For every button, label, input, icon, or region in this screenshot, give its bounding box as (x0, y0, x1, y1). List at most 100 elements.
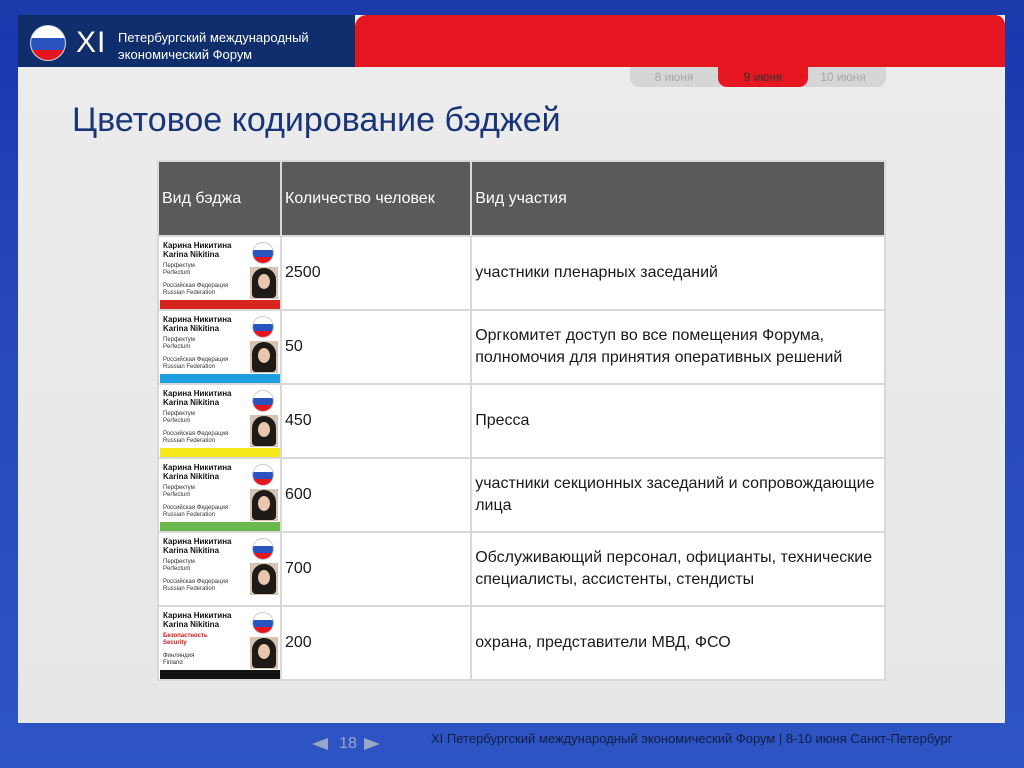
badge-color-stripe (160, 596, 280, 605)
tab-8-june[interactable]: 8 июня (630, 67, 718, 87)
participant-count: 600 (279, 457, 473, 533)
badge-sample: Карина Никитина Karina Nikitina Перфектум P… (160, 461, 280, 531)
badge-color-stripe (160, 300, 280, 309)
forum-logo-icon (30, 25, 66, 61)
badge-name-ru: Карина Никитина (163, 241, 232, 250)
table-row: Карина Никитина Karina Nikitina Безопастно… (157, 605, 886, 681)
badge-name-en: Karina Nikitina (163, 620, 220, 629)
table-row: Карина Никитина Karina Nikitina Перфектум P… (157, 531, 886, 607)
badge-country-ru: Финляндия (163, 653, 195, 659)
badge-name-en: Karina Nikitina (163, 546, 220, 555)
participation-type: участники секционных заседаний и сопрово… (470, 457, 886, 533)
badge-country: Российская Федерация Russian Federation (163, 357, 249, 371)
badge-organization: Перфектум Perfectum (163, 263, 249, 277)
tab-10-june[interactable]: 10 июня (800, 67, 886, 87)
badge-org-ru: Перфектум (163, 263, 195, 269)
next-slide-arrow-icon[interactable] (364, 738, 380, 750)
badge-org-en: Perfectum (163, 492, 191, 498)
participation-type: Пресса (470, 383, 886, 459)
participation-type: Обслуживающий персонал, официанты, техни… (470, 531, 886, 607)
day-tabs: 8 июня 10 июня 9 июня (630, 67, 886, 87)
badge-name-en: Karina Nikitina (163, 324, 220, 333)
tab-9-june[interactable]: 9 июня (718, 67, 808, 87)
column-header-participation: Вид участия (470, 160, 886, 237)
badge-color-stripe (160, 448, 280, 457)
badge-emblem-icon (252, 612, 274, 634)
badge-cell: Карина Никитина Karina Nikitina Перфектум P… (157, 383, 282, 459)
badge-emblem-icon (252, 316, 274, 338)
badge-org-en: Perfectum (163, 270, 191, 276)
badge-org-ru: Безопастность (163, 633, 208, 639)
badge-organization: Перфектум Perfectum (163, 485, 249, 499)
badge-org-en: Perfectum (163, 344, 191, 350)
badge-org-ru: Перфектум (163, 411, 195, 417)
badge-organization: Перфектум Perfectum (163, 559, 249, 573)
badge-sample: Карина Никитина Karina Nikitina Перфектум P… (160, 535, 280, 605)
table-row: Карина Никитина Karina Nikitina Перфектум P… (157, 309, 886, 385)
badge-country: Российская Федерация Russian Federation (163, 505, 249, 519)
badge-name-ru: Карина Никитина (163, 389, 232, 398)
participation-type: участники пленарных заседаний (470, 235, 886, 311)
badge-country: Российская Федерация Russian Federation (163, 283, 249, 297)
badge-org-ru: Перфектум (163, 337, 195, 343)
badge-photo (250, 489, 278, 521)
badge-country-en: Russian Federation (163, 290, 216, 296)
badge-emblem-icon (252, 390, 274, 412)
badge-cell: Карина Никитина Karina Nikitina Перфектум P… (157, 309, 282, 385)
badge-name-en: Karina Nikitina (163, 472, 220, 481)
table-row: Карина Никитина Karina Nikitina Перфектум P… (157, 383, 886, 459)
badge-org-en: Perfectum (163, 566, 191, 572)
previous-slide-arrow-icon[interactable] (312, 738, 328, 750)
badge-name-ru: Карина Никитина (163, 537, 232, 546)
table-header-row: Вид бэджа Количество человек Вид участия (157, 160, 886, 237)
badge-country: Финляндия Finland (163, 653, 249, 667)
badge-country-ru: Российская Федерация (163, 431, 229, 437)
badge-name-en: Karina Nikitina (163, 398, 220, 407)
badge-country: Российская Федерация Russian Federation (163, 431, 249, 445)
badge-name-en: Karina Nikitina (163, 250, 220, 259)
badge-holder-name: Карина Никитина Karina Nikitina (163, 315, 249, 333)
badge-sample: Карина Никитина Karina Nikitina Безопастно… (160, 609, 280, 679)
participant-count: 200 (279, 605, 473, 681)
badge-cell: Карина Никитина Karina Nikitina Перфектум P… (157, 235, 282, 311)
badge-color-stripe (160, 374, 280, 383)
forum-name-line1: Петербургский международный (118, 30, 309, 45)
badge-name-ru: Карина Никитина (163, 611, 232, 620)
badge-photo (250, 415, 278, 447)
badge-organization: Безопастность Security (163, 633, 249, 647)
column-header-count: Количество человек (279, 160, 473, 237)
badge-country-ru: Российская Федерация (163, 283, 229, 289)
badge-org-en: Perfectum (163, 418, 191, 424)
badge-country-en: Russian Federation (163, 364, 216, 370)
badge-cell: Карина Никитина Karina Nikitina Безопастно… (157, 605, 282, 681)
badge-name-ru: Карина Никитина (163, 463, 232, 472)
badge-emblem-icon (252, 538, 274, 560)
participant-count: 2500 (279, 235, 473, 311)
badge-holder-name: Карина Никитина Karina Nikitina (163, 241, 249, 259)
participation-type: Оргкомитет доступ во все помещения Форум… (470, 309, 886, 385)
badge-holder-name: Карина Никитина Karina Nikitina (163, 463, 249, 481)
badge-name-ru: Карина Никитина (163, 315, 232, 324)
badge-color-stripe (160, 522, 280, 531)
badge-photo (250, 563, 278, 595)
badge-holder-name: Карина Никитина Karina Nikitina (163, 611, 249, 629)
badge-country-ru: Российская Федерация (163, 505, 229, 511)
badge-color-table: Вид бэджа Количество человек Вид участия… (157, 160, 886, 681)
page-number: 18 (339, 735, 357, 752)
badge-organization: Перфектум Perfectum (163, 411, 249, 425)
forum-name-line2: экономический Форум (118, 47, 253, 62)
forum-name: Петербургский международный экономически… (118, 29, 348, 63)
badge-country: Российская Федерация Russian Federation (163, 579, 249, 593)
badge-sample: Карина Никитина Karina Nikitina Перфектум P… (160, 387, 280, 457)
page-title: Цветовое кодирование бэджей (72, 101, 561, 139)
header-red-bar (355, 15, 1005, 67)
badge-org-en: Security (163, 640, 187, 646)
badge-holder-name: Карина Никитина Karina Nikitina (163, 389, 249, 407)
badge-photo (250, 267, 278, 299)
badge-organization: Перфектум Perfectum (163, 337, 249, 351)
badge-country-en: Finland (163, 660, 183, 666)
badge-color-stripe (160, 670, 280, 679)
badge-photo (250, 637, 278, 669)
badge-emblem-icon (252, 464, 274, 486)
badge-sample: Карина Никитина Karina Nikitina Перфектум P… (160, 313, 280, 383)
